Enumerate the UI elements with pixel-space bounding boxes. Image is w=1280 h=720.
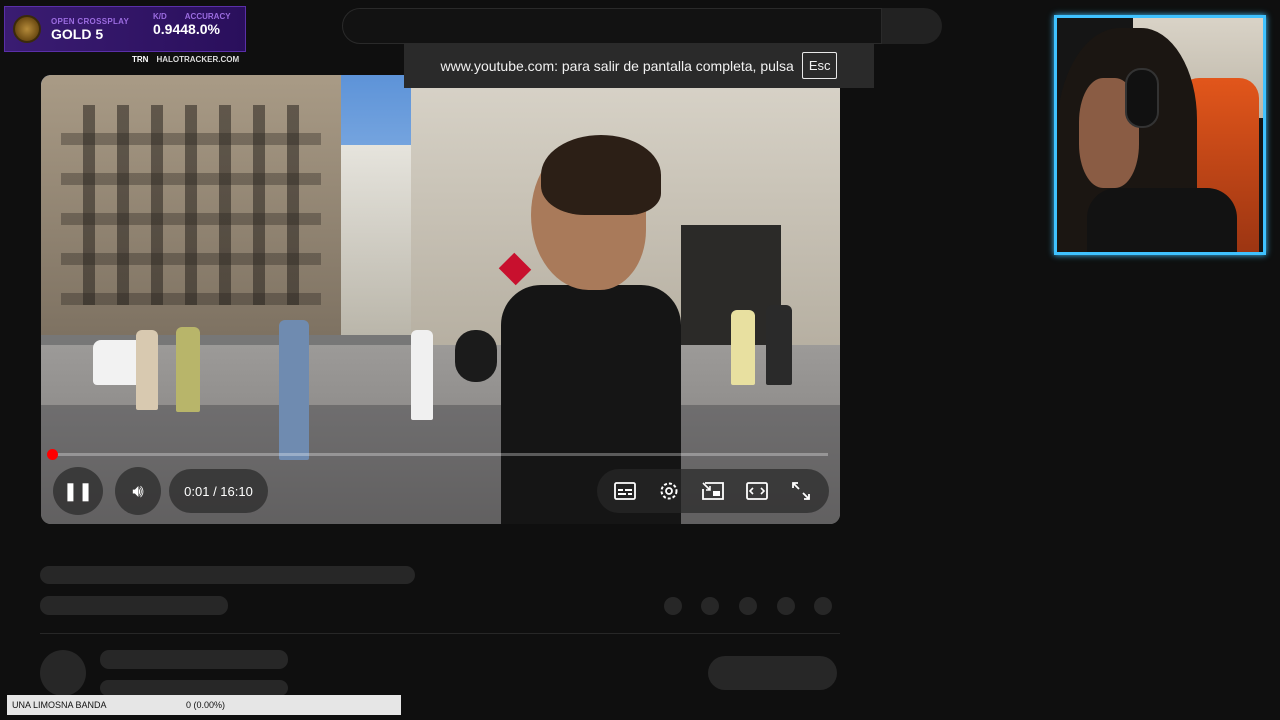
title-skeleton <box>40 566 415 584</box>
progress-bar[interactable] <box>53 453 828 456</box>
fullscreen-exit-icon <box>792 482 810 500</box>
action-skeleton <box>701 597 719 615</box>
action-skeleton <box>814 597 832 615</box>
scene-microphone <box>455 330 497 382</box>
miniplayer-icon <box>702 482 724 500</box>
fullscreen-notice: www.youtube.com: para salir de pantalla … <box>404 43 874 88</box>
scene-pedestrian <box>411 330 433 420</box>
theater-icon <box>746 482 768 500</box>
time-display: 0:01 / 16:10 <box>169 469 268 513</box>
channel-name-skeleton <box>100 650 288 669</box>
pause-icon: ❚❚ <box>62 480 94 501</box>
action-skeleton <box>777 597 795 615</box>
kd-value: 0.94 <box>153 21 181 37</box>
goal-name: UNA LIMOSNA BANDA <box>12 700 107 710</box>
settings-icon <box>660 482 678 500</box>
exit-fullscreen-button[interactable] <box>788 478 814 504</box>
halotracker-site: HALOTRACKER.COM <box>156 55 240 64</box>
theater-mode-button[interactable] <box>744 478 770 504</box>
right-controls <box>597 469 829 513</box>
goal-value: 0 (0.00%) <box>186 700 226 710</box>
progress-scrubber[interactable] <box>47 449 58 460</box>
stat-tags: K/D ACCURACY <box>153 12 231 21</box>
scene-pedestrian <box>279 320 309 460</box>
halo-tracker-footer: TRN HALOTRACKER.COM <box>132 55 239 64</box>
halo-tracker-overlay: OPEN CROSSPLAY GOLD 5 K/D ACCURACY 0.944… <box>4 6 246 52</box>
divider <box>40 633 840 634</box>
webcam-headset <box>1125 68 1159 128</box>
scene-windows <box>61 105 321 305</box>
miniplayer-button[interactable] <box>700 478 726 504</box>
rank-emblem-icon <box>13 15 41 43</box>
avatar-skeleton <box>40 650 86 696</box>
playlist-tag: OPEN CROSSPLAY <box>51 16 130 26</box>
scene-pedestrian <box>176 327 200 412</box>
stats-block: K/D ACCURACY 0.9448.0% <box>153 12 231 37</box>
esc-key-badge: Esc <box>801 52 838 79</box>
volume-icon: 🔊︎ <box>132 480 144 501</box>
scene-pedestrian <box>731 310 755 385</box>
search-bar-skeleton <box>342 8 882 44</box>
volume-button[interactable]: 🔊︎ <box>115 467 161 515</box>
accuracy-tag: ACCURACY <box>184 12 231 21</box>
webcam-overlay <box>1054 15 1266 255</box>
stat-values: 0.9448.0% <box>153 21 231 37</box>
settings-button[interactable] <box>656 478 682 504</box>
scene-pedestrian <box>766 305 792 385</box>
channel-subs-skeleton <box>100 680 288 696</box>
scene-pedestrian <box>136 330 158 410</box>
subscribe-button-skeleton <box>708 656 837 690</box>
webcam-streamer-shirt <box>1087 188 1237 252</box>
page: ❚❚ 🔊︎ 0:01 / 16:10 www.youtube.com: para… <box>0 0 1280 720</box>
accuracy-value: 48.0% <box>180 21 220 37</box>
subtitle-skeleton <box>40 596 228 615</box>
action-skeleton <box>739 597 757 615</box>
video-frame <box>41 75 840 524</box>
trn-logo: TRN <box>132 55 149 64</box>
subtitles-icon <box>614 482 636 500</box>
kd-tag: K/D <box>153 12 167 21</box>
action-skeleton <box>664 597 682 615</box>
video-player[interactable]: ❚❚ 🔊︎ 0:01 / 16:10 <box>41 75 840 524</box>
scene-presenter-hair <box>541 135 661 215</box>
rank-block: OPEN CROSSPLAY GOLD 5 <box>51 17 129 42</box>
pause-button[interactable]: ❚❚ <box>53 467 103 515</box>
scene-building-left <box>41 75 341 335</box>
search-button-skeleton <box>882 8 942 44</box>
subtitles-button[interactable] <box>612 478 638 504</box>
fullscreen-notice-text: www.youtube.com: para salir de pantalla … <box>440 57 794 74</box>
goal-banner: UNA LIMOSNA BANDA 0 (0.00%) <box>7 695 401 715</box>
rank-label: GOLD 5 <box>51 25 104 42</box>
